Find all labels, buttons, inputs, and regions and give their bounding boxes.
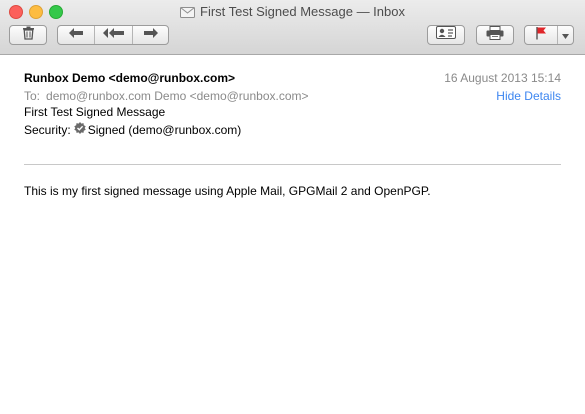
- header-divider: [24, 164, 561, 165]
- forward-icon: [143, 26, 159, 44]
- dropdown-arrow-icon: [562, 26, 569, 44]
- message-date: 16 August 2013 15:14: [444, 71, 561, 85]
- flag-group: [524, 25, 574, 45]
- flag-button[interactable]: [525, 26, 558, 44]
- flag-icon: [535, 26, 547, 44]
- address-card-icon: [436, 26, 456, 44]
- print-icon: [486, 25, 504, 45]
- reply-all-icon: [102, 26, 125, 44]
- signed-seal-icon[interactable]: [73, 122, 86, 137]
- recipient[interactable]: demo@runbox.com Demo <demo@runbox.com>: [46, 89, 308, 103]
- security-label: Security:: [24, 122, 71, 137]
- reply-forward-group: [57, 25, 169, 45]
- security-status: Signed (demo@runbox.com): [87, 122, 242, 137]
- reply-all-button[interactable]: [95, 26, 133, 44]
- reply-icon: [68, 26, 84, 44]
- reply-button[interactable]: [58, 26, 95, 44]
- window-title-container: First Test Signed Message — Inbox: [0, 3, 585, 23]
- flag-dropdown-button[interactable]: [558, 26, 573, 44]
- title-bar: First Test Signed Message — Inbox: [0, 0, 585, 55]
- message-body: This is my first signed message using Ap…: [24, 184, 431, 198]
- window-title: First Test Signed Message — Inbox: [200, 4, 405, 19]
- sender[interactable]: Runbox Demo <demo@runbox.com>: [24, 71, 235, 85]
- trash-icon: [22, 26, 35, 45]
- print-button[interactable]: [476, 25, 514, 45]
- add-to-contacts-button[interactable]: [427, 25, 465, 45]
- delete-button[interactable]: [9, 25, 47, 45]
- security-line: Security: Signed (demo@runbox.com): [24, 122, 241, 137]
- to-label: To:: [24, 89, 41, 103]
- message-subject: First Test Signed Message: [24, 105, 166, 119]
- mail-window: First Test Signed Message — Inbox Runbox…: [0, 0, 585, 414]
- forward-button[interactable]: [133, 26, 168, 44]
- recipients-line: To: demo@runbox.com Demo <demo@runbox.com…: [24, 89, 309, 103]
- hide-details-link[interactable]: Hide Details: [496, 89, 561, 103]
- envelope-icon: [180, 5, 196, 23]
